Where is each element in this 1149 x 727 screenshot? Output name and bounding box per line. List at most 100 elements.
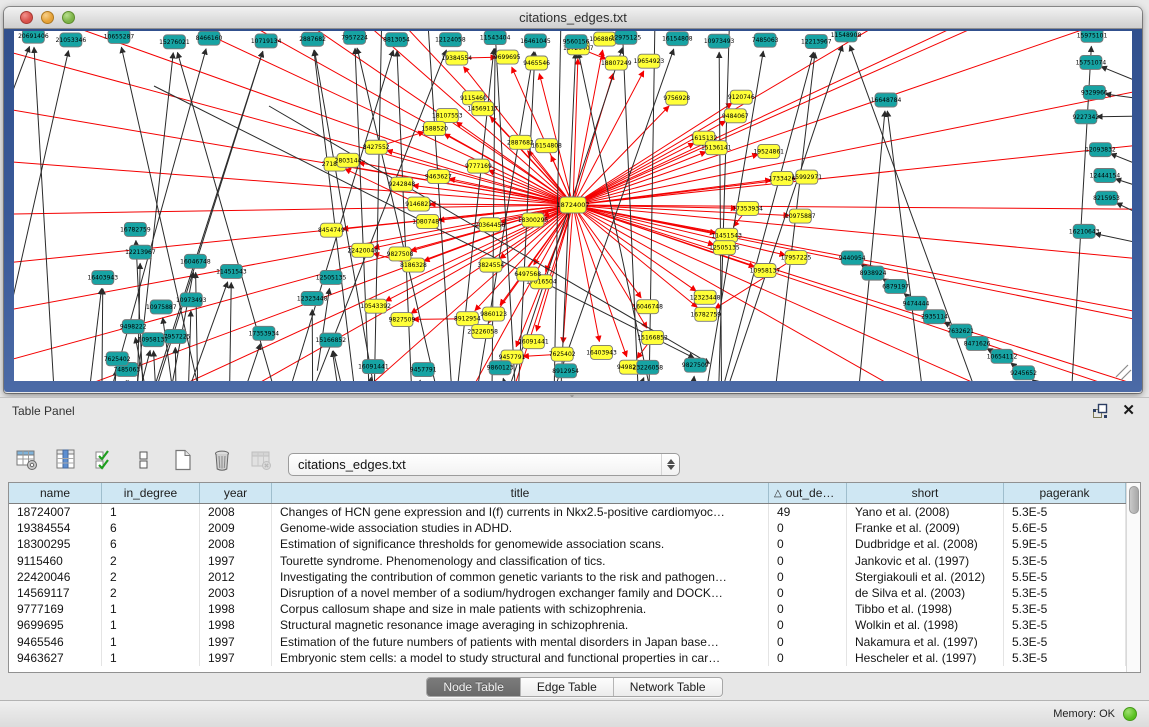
table-cell[interactable]: 9115460 [9, 553, 102, 569]
network-edge[interactable] [573, 58, 1132, 205]
network-node[interactable]: 16091441 [518, 335, 549, 349]
network-node[interactable]: 9120746 [728, 90, 755, 104]
table-cell[interactable]: Yano et al. (2008) [847, 504, 1004, 520]
network-edge[interactable] [364, 377, 371, 381]
table-cell[interactable]: 2008 [200, 536, 272, 552]
network-edge[interactable] [312, 310, 313, 381]
network-view-window[interactable]: citations_edges.txt 17353934109758871145… [4, 7, 1142, 393]
table-cell[interactable]: 2 [102, 553, 200, 569]
table-cell[interactable]: 1997 [200, 650, 272, 666]
network-node[interactable]: 16648784 [871, 93, 902, 107]
network-node[interactable]: 8427552 [363, 140, 390, 154]
table-cell[interactable]: Stergiakouli et al. (2012) [847, 569, 1004, 585]
network-window-titlebar[interactable]: citations_edges.txt [4, 7, 1142, 29]
table-cell[interactable]: Tibbo et al. (1998) [847, 601, 1004, 617]
network-node[interactable]: 8912954 [552, 364, 579, 378]
network-node[interactable]: 16461045 [520, 34, 551, 48]
network-node[interactable]: 19384554 [442, 51, 473, 65]
table-cell[interactable]: 5.5E-5 [1004, 569, 1126, 585]
network-node[interactable]: 9457791 [410, 363, 437, 377]
table-cell[interactable]: 2009 [200, 520, 272, 536]
table-cell[interactable]: 9463627 [9, 650, 102, 666]
table-cell[interactable]: Jankovic et al. (1997) [847, 553, 1004, 569]
network-node[interactable]: 9827509 [389, 313, 416, 327]
network-node[interactable]: 19654923 [634, 54, 665, 68]
column-header-in_degree[interactable]: in_degree [102, 483, 200, 503]
column-header-name[interactable]: name [9, 483, 102, 503]
delete-table-icon[interactable] [248, 447, 274, 473]
table-cell[interactable]: Structural magnetic resonance image aver… [272, 617, 769, 633]
network-node[interactable]: 20364456 [475, 218, 506, 232]
network-node[interactable]: 6879197 [882, 279, 909, 293]
table-cell[interactable]: 1 [102, 634, 200, 650]
table-cell[interactable]: 19384554 [9, 520, 102, 536]
float-panel-icon[interactable] [1092, 403, 1108, 419]
table-cell[interactable]: 1 [102, 504, 200, 520]
network-canvas[interactable]: 1735393410975887114515431250513517957225… [14, 31, 1132, 381]
network-node[interactable]: 15166852 [637, 331, 668, 345]
tab-node-table[interactable]: Node Table [427, 678, 521, 696]
network-edge[interactable] [1111, 154, 1132, 164]
network-node[interactable]: 10975887 [785, 209, 816, 223]
table-cell[interactable]: 0 [769, 650, 847, 666]
network-node[interactable]: 10807487 [412, 215, 443, 229]
network-node[interactable]: 9242848 [388, 177, 415, 191]
column-header-year[interactable]: year [200, 483, 272, 503]
network-node[interactable]: 7485063 [752, 33, 779, 47]
network-node[interactable]: 15975101 [1077, 31, 1108, 42]
network-edge[interactable] [128, 380, 144, 381]
column-header-pagerank[interactable]: pagerank [1004, 483, 1126, 503]
table-row[interactable]: 977716911998Corpus callosum shape and si… [9, 601, 1126, 617]
network-node[interactable]: 2803144 [335, 153, 362, 167]
table-cell[interactable]: 14569117 [9, 585, 102, 601]
table-cell[interactable]: 0 [769, 601, 847, 617]
network-node[interactable]: 8938924 [860, 266, 887, 280]
network-node[interactable]: 9465546 [523, 56, 550, 70]
network-edge[interactable] [1115, 179, 1132, 186]
network-edge[interactable] [134, 51, 263, 381]
network-node[interactable]: 15276021 [159, 35, 190, 49]
network-node[interactable]: 16046748 [180, 254, 211, 268]
table-cell[interactable]: Wolkin et al. (1998) [847, 617, 1004, 633]
network-node[interactable]: 17353934 [732, 201, 763, 215]
table-row[interactable]: 1456911722003Disruption of a novel membe… [9, 585, 1126, 601]
network-node[interactable]: 20691406 [18, 31, 49, 43]
network-node[interactable]: 6497568 [514, 267, 541, 281]
network-edge[interactable] [374, 31, 381, 381]
table-cell[interactable]: 1997 [200, 553, 272, 569]
network-node[interactable]: 16403943 [88, 271, 119, 285]
table-cell[interactable]: Changes of HCN gene expression and I(f) … [272, 504, 769, 520]
table-cell[interactable]: Embryonic stem cells: a model to study s… [272, 650, 769, 666]
table-cell[interactable]: Disruption of a novel member of a sodium… [272, 585, 769, 601]
table-cell[interactable]: 9777169 [9, 601, 102, 617]
table-cell[interactable]: 5.3E-5 [1004, 650, 1126, 666]
network-node[interactable]: 12124058 [435, 33, 466, 47]
network-edge[interactable] [1116, 203, 1132, 212]
network-edge[interactable] [230, 344, 260, 381]
select-all-icon[interactable] [92, 447, 118, 473]
network-node[interactable]: 23226058 [467, 325, 498, 339]
network-node[interactable]: 15136141 [701, 141, 732, 155]
network-node[interactable]: 9777169 [465, 159, 492, 173]
network-node[interactable]: 2887682 [507, 135, 534, 149]
network-node[interactable]: 12505135 [709, 241, 740, 255]
network-node[interactable]: 10655287 [104, 31, 135, 43]
network-node[interactable]: 9560156 [563, 35, 590, 49]
network-node[interactable]: 9484067 [722, 109, 749, 123]
network-node[interactable]: 16782759 [120, 222, 151, 236]
network-node[interactable]: 8912954 [454, 312, 481, 326]
table-row[interactable]: 911546021997Tourette syndrome. Phenomeno… [9, 553, 1126, 569]
table-cell[interactable]: 2012 [200, 569, 272, 585]
table-row[interactable]: 1830029562008Estimation of significance … [9, 536, 1126, 552]
network-node[interactable]: 1588520 [421, 122, 448, 136]
network-node[interactable]: 11548908 [831, 31, 862, 42]
network-node[interactable]: 9245652 [1010, 366, 1037, 380]
table-cell[interactable]: 2 [102, 585, 200, 601]
network-node[interactable]: 9699695 [494, 50, 521, 64]
network-node[interactable]: 16046748 [632, 300, 663, 314]
network-edge[interactable] [92, 49, 207, 381]
network-node[interactable]: 18107553 [432, 109, 463, 123]
delete-entry-icon[interactable] [209, 447, 235, 473]
network-node[interactable]: 7625402 [549, 347, 576, 361]
network-node[interactable]: 15166852 [316, 333, 347, 347]
